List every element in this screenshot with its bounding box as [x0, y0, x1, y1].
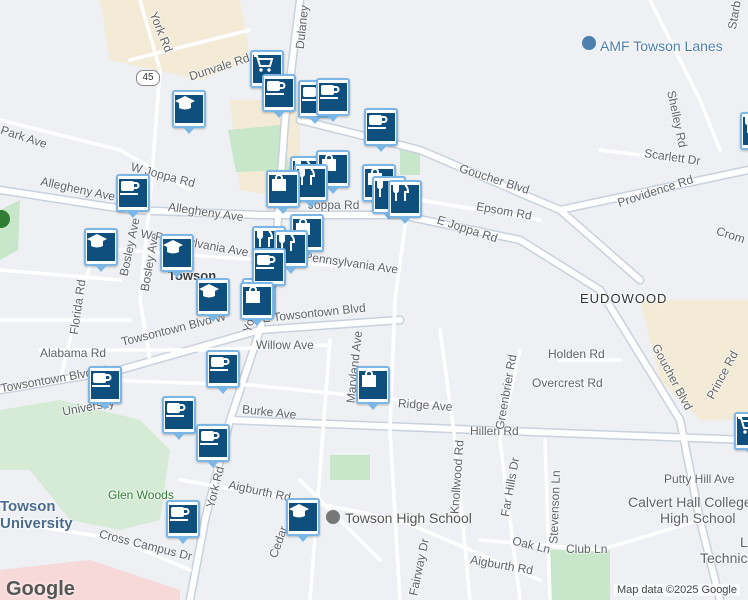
- google-logo: Google: [6, 578, 75, 600]
- cup-icon: [91, 371, 119, 399]
- cafe-pin[interactable]: [252, 248, 286, 292]
- utensils-icon: [391, 184, 419, 213]
- cafe-pin[interactable]: [206, 350, 240, 394]
- shopping-cart-pin[interactable]: [734, 412, 748, 456]
- school-poi-icon[interactable]: [326, 510, 340, 524]
- school-pin[interactable]: [196, 278, 230, 322]
- graduation-cap-icon: [199, 283, 227, 311]
- school-pin[interactable]: [160, 234, 194, 278]
- place-label-towson-high-school: Towson High School: [345, 510, 472, 526]
- cup-icon: [165, 401, 193, 429]
- school-pin[interactable]: [172, 90, 206, 134]
- cafe-pin[interactable]: [116, 174, 150, 218]
- restaurant-pin[interactable]: [740, 112, 748, 150]
- street-label: Willow Ave: [256, 338, 314, 352]
- place-label-amf-towson-lanes: AMF Towson Lanes: [600, 38, 723, 54]
- cafe-pin[interactable]: [88, 366, 122, 410]
- place-label-calvert-hall: Calvert Hall College: [628, 494, 748, 510]
- cup-icon: [265, 79, 293, 107]
- cup-icon: [169, 505, 197, 533]
- place-label-technical: Technica: [700, 550, 748, 566]
- street-label: Club Ln: [566, 542, 608, 556]
- map-attribution[interactable]: Map data ©2025 Google: [613, 584, 740, 596]
- route-shield-45: 45: [136, 70, 160, 86]
- shopping-bag-icon: [359, 370, 387, 399]
- graduation-cap-icon: [175, 95, 203, 123]
- cafe-pin[interactable]: [262, 74, 296, 118]
- graduation-cap-icon: [289, 503, 317, 531]
- place-label-calvert-hall-2: High School: [660, 510, 736, 526]
- shopping-bag-pin[interactable]: [240, 282, 274, 326]
- shopping-bag-pin[interactable]: [356, 366, 390, 410]
- utensils-icon: [743, 117, 748, 145]
- street-label: Putty Hill Ave: [664, 472, 735, 486]
- shopping-bag-icon: [243, 286, 271, 315]
- cart-icon: [737, 417, 748, 445]
- cup-icon: [319, 83, 347, 111]
- shopping-bag-icon: [269, 174, 297, 203]
- place-label-glen-woods: Glen Woods: [108, 488, 174, 502]
- cup-icon: [209, 355, 237, 383]
- cafe-pin[interactable]: [196, 424, 230, 468]
- cafe-pin[interactable]: [166, 500, 200, 544]
- graduation-cap-icon: [87, 233, 115, 261]
- street-label: Overcrest Rd: [532, 376, 603, 390]
- utensils-icon: [297, 168, 325, 197]
- cup-icon: [255, 253, 283, 281]
- cafe-pin[interactable]: [364, 108, 398, 152]
- bowling-poi-icon[interactable]: [582, 36, 596, 50]
- street-label: Alabama Rd: [40, 346, 107, 360]
- graduation-cap-icon: [163, 239, 191, 267]
- school-pin[interactable]: [84, 228, 118, 272]
- restaurant-pin[interactable]: [388, 180, 422, 224]
- street-label: Holden Rd: [548, 347, 605, 361]
- cup-icon: [119, 179, 147, 207]
- street-label: Stevenson Ln: [546, 470, 563, 544]
- cup-icon: [367, 113, 395, 141]
- place-label-eudowood: EUDOWOOD: [580, 291, 668, 306]
- place-label-towson-university-2: University: [0, 515, 73, 532]
- cafe-pin[interactable]: [162, 396, 196, 440]
- map-canvas[interactable]: York Rd Bosley Ave Dunvale Rd Dulaney Pa…: [0, 0, 748, 600]
- place-label-partial: L: [740, 534, 748, 550]
- shopping-bag-pin[interactable]: [266, 170, 300, 214]
- cafe-pin[interactable]: [316, 78, 350, 122]
- place-label-towson-university: Towson: [0, 498, 56, 515]
- school-pin[interactable]: [286, 498, 320, 542]
- cup-icon: [199, 429, 227, 457]
